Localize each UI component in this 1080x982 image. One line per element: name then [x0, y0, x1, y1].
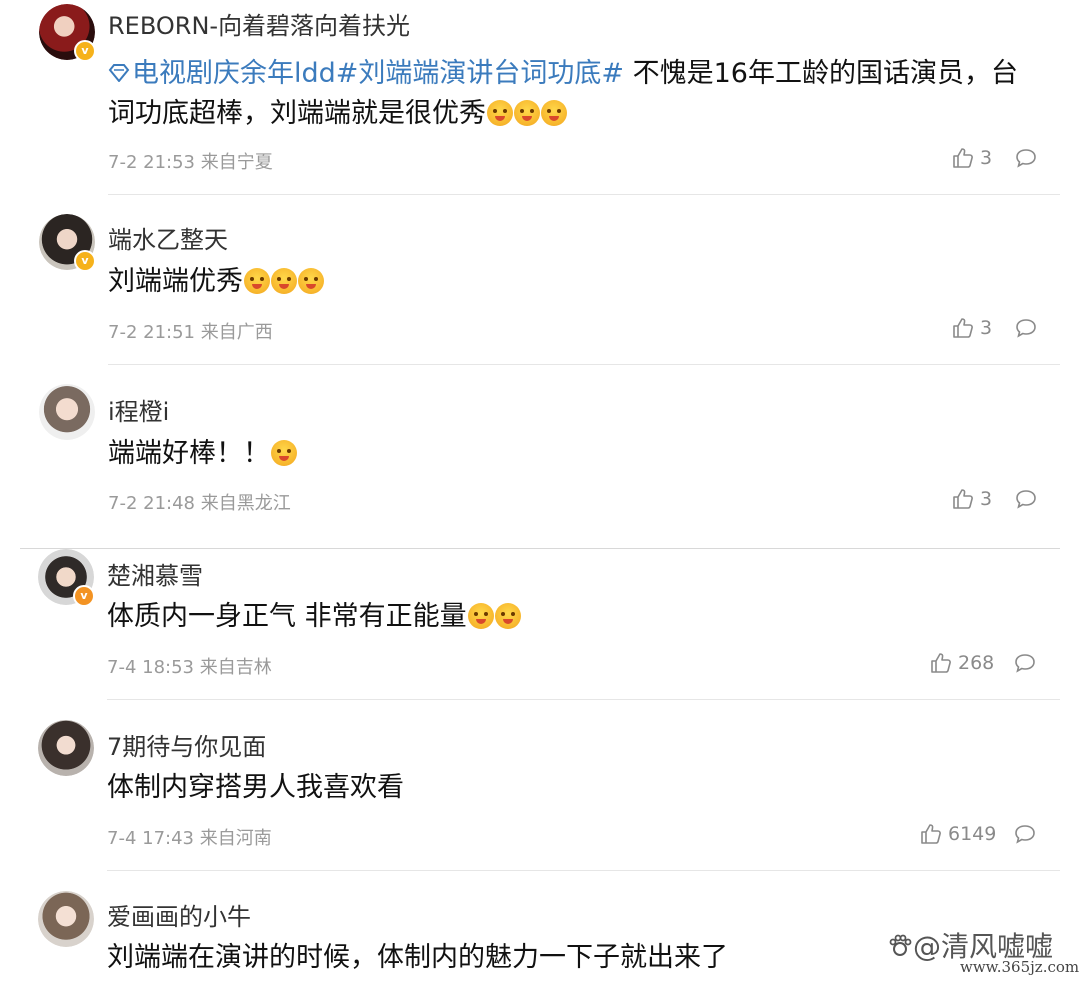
- comment-date: 7-2 21:48: [108, 493, 195, 514]
- like-button[interactable]: 3: [952, 488, 992, 510]
- comment-location: 来自吉林: [199, 657, 272, 678]
- divider: [108, 364, 1060, 365]
- comment-date: 7-4 17:43: [107, 828, 194, 849]
- emoji-icon: [541, 100, 567, 126]
- comment-text-line: 体制内穿搭男人我喜欢看: [107, 772, 404, 803]
- emoji-icon: [298, 268, 324, 294]
- avatar[interactable]: [39, 384, 95, 440]
- comment-text: 刘端端优秀: [108, 262, 324, 302]
- username[interactable]: i程橙i: [108, 392, 169, 427]
- like-count: 3: [980, 488, 993, 510]
- divider: [20, 548, 1060, 549]
- username[interactable]: 端水乙整天: [108, 220, 228, 255]
- avatar[interactable]: [38, 720, 94, 776]
- comment-text-line: 词功底超棒，刘端端就是很优秀: [108, 98, 486, 129]
- watermark-url: www.365jz.com: [960, 958, 1080, 976]
- comment-text-line: 刘端端在演讲的时候，体制内的魅力一下子就出来了: [107, 942, 728, 973]
- divider: [107, 699, 1060, 700]
- emoji-icon: [271, 440, 297, 466]
- emoji-icon: [494, 603, 521, 629]
- diamond-icon: [108, 54, 132, 94]
- comment-text-line: 不愧是16年工龄的国话演员，台: [624, 58, 1018, 89]
- like-button[interactable]: 6149: [920, 823, 996, 845]
- topic-link[interactable]: 电视剧庆余年ldd: [132, 58, 336, 89]
- like-count: 268: [958, 652, 995, 674]
- comment-location: 来自宁夏: [200, 152, 273, 173]
- verified-badge-icon: v: [73, 585, 95, 607]
- comment-bubble-icon[interactable]: [1014, 653, 1036, 673]
- divider: [107, 870, 1060, 871]
- comment-bubble-icon[interactable]: [1015, 489, 1037, 509]
- comment-text: 体制内穿搭男人我喜欢看: [107, 768, 404, 808]
- like-button[interactable]: 3: [952, 147, 992, 169]
- comment-date: 7-4 18:53: [107, 657, 194, 678]
- username[interactable]: REBORN-向着碧落向着扶光: [108, 6, 410, 41]
- comment-date: 7-2 21:51: [108, 322, 195, 343]
- verified-badge-icon: v: [74, 40, 96, 62]
- like-count: 6149: [948, 823, 997, 845]
- thumbs-up-icon: [921, 824, 941, 844]
- comment-text: 电视剧庆余年ldd#刘端端演讲台词功底# 不愧是16年工龄的国话演员，台 词功底…: [108, 54, 1048, 134]
- comment-location: 来自广西: [200, 322, 273, 343]
- paw-icon: [889, 934, 912, 956]
- like-count: 3: [980, 147, 993, 169]
- comment-text-line: 端端好棒！！: [108, 438, 270, 469]
- comment-text: 刘端端在演讲的时候，体制内的魅力一下子就出来了: [107, 938, 728, 978]
- like-count: 3: [980, 317, 993, 339]
- thumbs-up-icon: [953, 318, 973, 338]
- avatar[interactable]: [38, 891, 94, 947]
- comment-meta: 7-4 17:43 来自河南: [107, 824, 272, 850]
- comment-bubble-icon[interactable]: [1015, 318, 1037, 338]
- emoji-icon: [244, 268, 270, 294]
- emoji-icon: [487, 100, 513, 126]
- comment-bubble-icon[interactable]: [1014, 824, 1036, 844]
- username[interactable]: 爱画画的小牛: [107, 897, 251, 932]
- emoji-icon: [514, 100, 540, 126]
- comment-meta: 7-2 21:53 来自宁夏: [108, 148, 273, 174]
- topic-link[interactable]: #刘端端演讲台词功底#: [336, 58, 624, 89]
- emoji-icon: [271, 268, 297, 294]
- comment-text-line: 刘端端优秀: [108, 266, 243, 297]
- username[interactable]: 7期待与你见面: [107, 727, 266, 762]
- thumbs-up-icon: [953, 148, 973, 168]
- username[interactable]: 楚湘慕雪: [107, 556, 203, 591]
- comment-meta: 7-2 21:51 来自广西: [108, 318, 273, 344]
- thumbs-up-icon: [931, 653, 951, 673]
- comment-meta: 7-2 21:48 来自黑龙江: [108, 489, 291, 515]
- comment-location: 来自河南: [199, 828, 272, 849]
- comment-date: 7-2 21:53: [108, 152, 195, 173]
- comment-meta: 7-4 18:53 来自吉林: [107, 653, 272, 679]
- comment-location: 来自黑龙江: [200, 493, 291, 514]
- comment-text-line: 体质内一身正气 非常有正能量: [107, 601, 467, 632]
- verified-badge-icon: v: [74, 250, 96, 272]
- comment-bubble-icon[interactable]: [1015, 148, 1037, 168]
- comment-text: 体质内一身正气 非常有正能量: [107, 597, 521, 637]
- divider: [108, 194, 1060, 195]
- emoji-icon: [467, 603, 494, 629]
- like-button[interactable]: 3: [952, 317, 992, 339]
- like-button[interactable]: 268: [930, 652, 994, 674]
- thumbs-up-icon: [953, 489, 973, 509]
- comment-text: 端端好棒！！: [108, 434, 297, 474]
